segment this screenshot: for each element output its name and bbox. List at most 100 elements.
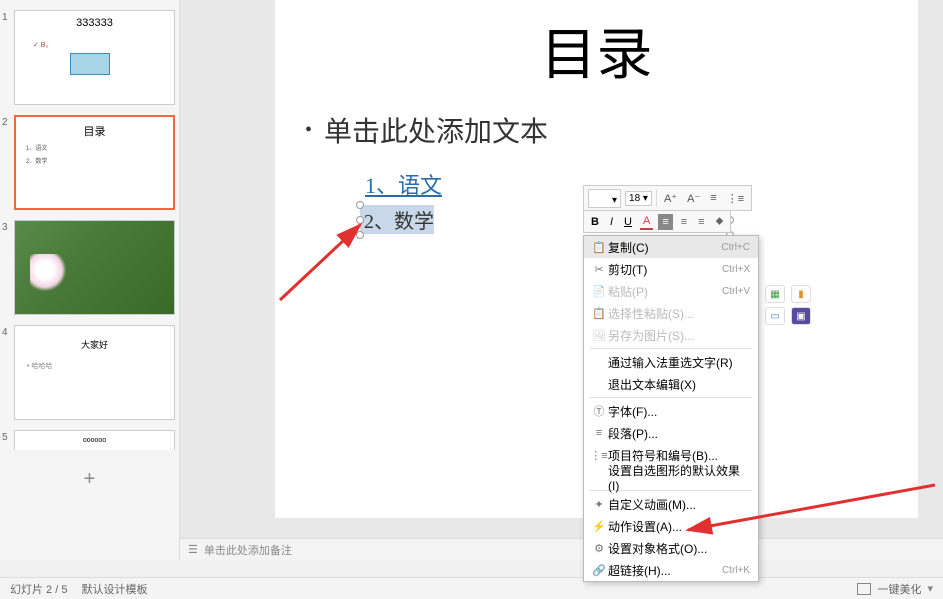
menu-item-shortcut: Ctrl+X: [722, 264, 750, 275]
menu-item-label: 粘贴(P): [608, 283, 722, 300]
menu-item[interactable]: ≡段落(P)...: [584, 422, 758, 444]
notes-bar[interactable]: ☰ 单击此处添加备注: [180, 538, 943, 560]
thumb-title: 333333: [15, 17, 174, 29]
menu-item-shortcut: Ctrl+K: [722, 565, 750, 576]
menu-item-icon: 📋: [590, 307, 608, 320]
thumbnail-4[interactable]: 4 大家好 • 哈哈哈: [2, 325, 175, 420]
format-toolbar: B I U A ≡ ≡ ≡ ⬥: [583, 211, 731, 233]
underline-button[interactable]: U: [621, 215, 635, 229]
menu-item-icon: ≡: [590, 427, 608, 439]
thumbnail-5[interactable]: 5 oooooo: [2, 430, 175, 450]
menu-item[interactable]: 设置自选图形的默认效果(I): [584, 466, 758, 488]
notes-icon: ☰: [188, 543, 198, 556]
menu-item-icon: 🖼: [590, 329, 608, 342]
menu-item-icon: 🔗: [590, 564, 608, 577]
menu-item[interactable]: ✦自定义动画(M)...: [584, 493, 758, 515]
menu-item[interactable]: ✂剪切(T)Ctrl+X: [584, 258, 758, 280]
thumbnail-1[interactable]: 1 333333 ✓ B₂: [2, 10, 175, 105]
template-name: 默认设计模板: [81, 581, 147, 597]
body-placeholder[interactable]: • 单击此处添加文本: [305, 110, 888, 150]
menu-item[interactable]: ⚙设置对象格式(O)...: [584, 537, 758, 559]
image-pill-icon[interactable]: ▭: [765, 307, 785, 325]
menu-item[interactable]: 📋复制(C)Ctrl+C: [584, 236, 758, 258]
insert-pills: ▦ ▮ ▭ ▣: [765, 285, 813, 325]
font-family-dropdown[interactable]: ▾: [588, 189, 621, 208]
slide-title[interactable]: 目录: [541, 10, 653, 91]
status-bar: 幻灯片 2 / 5 默认设计模板 一键美化 ▾: [0, 577, 943, 599]
beautify-icon: [857, 583, 871, 595]
menu-item-label: 字体(F)...: [608, 403, 750, 420]
thumb-text: • 哈哈哈: [27, 361, 174, 371]
table-pill-icon[interactable]: ▦: [765, 285, 785, 303]
menu-item-label: 超链接(H)...: [608, 562, 722, 579]
bullets-button[interactable]: ≡: [707, 190, 719, 206]
menu-item[interactable]: 通过输入法重选文字(R): [584, 351, 758, 373]
numbering-button[interactable]: ⋮≡: [724, 190, 747, 207]
beautify-dropdown-icon[interactable]: ▾: [927, 582, 933, 595]
menu-item-icon: ⚡: [590, 520, 608, 533]
font-color-button[interactable]: A: [640, 214, 653, 230]
resize-handle[interactable]: [356, 216, 364, 224]
menu-item-shortcut: Ctrl+C: [721, 242, 750, 253]
media-pill-icon[interactable]: ▣: [791, 307, 811, 325]
notes-placeholder: 单击此处添加备注: [204, 542, 292, 558]
menu-item-label: 复制(C): [608, 239, 721, 256]
decrease-font-button[interactable]: A⁻: [684, 190, 703, 207]
menu-item-icon: ✦: [590, 498, 608, 511]
thumb-num: 3: [2, 220, 14, 315]
add-slide-button[interactable]: +: [0, 460, 179, 499]
edit-area: 目录 • 单击此处添加文本 1、语文 2、数学: [180, 0, 943, 560]
thumb-title: 大家好: [15, 338, 174, 351]
menu-item-icon: 📄: [590, 285, 608, 298]
thumb-line1: 1、语文: [26, 143, 173, 152]
menu-item[interactable]: 🔗超链接(H)...Ctrl+K: [584, 559, 758, 581]
thumb-num: 5: [2, 430, 14, 450]
menu-separator: [590, 397, 752, 398]
thumb-image: [15, 221, 174, 314]
thumb-b-text: ✓ B₂: [33, 41, 48, 49]
menu-item: 📋选择性粘贴(S)...: [584, 302, 758, 324]
menu-item-icon: 📋: [590, 241, 608, 254]
context-menu: 📋复制(C)Ctrl+C✂剪切(T)Ctrl+X📄粘贴(P)Ctrl+V📋选择性…: [583, 235, 759, 582]
menu-item[interactable]: ⚡动作设置(A)...: [584, 515, 758, 537]
menu-item-shortcut: Ctrl+V: [722, 286, 750, 297]
align-button[interactable]: ≡: [658, 214, 672, 230]
thumbnail-panel[interactable]: 1 333333 ✓ B₂ 2 目录 1、语文 2、数学 3 4: [0, 0, 180, 560]
thumb-title: oooooo: [15, 437, 174, 444]
font-size-dropdown[interactable]: 18 ▾: [625, 191, 652, 206]
align-center-button[interactable]: ≡: [678, 215, 690, 229]
align-right-button[interactable]: ≡: [695, 215, 707, 229]
menu-item-label: 自定义动画(M)...: [608, 496, 750, 513]
resize-handle[interactable]: [356, 231, 364, 239]
thumbnail-2[interactable]: 2 目录 1、语文 2、数学: [2, 115, 175, 210]
thumbnail-3[interactable]: 3: [2, 220, 175, 315]
menu-item: 🖼另存为图片(S)...: [584, 324, 758, 346]
placeholder-text: 单击此处添加文本: [324, 110, 548, 150]
menu-item[interactable]: Ⓣ字体(F)...: [584, 400, 758, 422]
menu-item-icon: ✂: [590, 263, 608, 276]
menu-item-label: 另存为图片(S)...: [608, 327, 750, 344]
menu-item-label: 段落(P)...: [608, 425, 750, 442]
menu-item-icon: ⚙: [590, 542, 608, 555]
thumb-rect: [70, 53, 110, 75]
mini-toolbar: ▾ 18 ▾ A⁺ A⁻ ≡ ⋮≡: [583, 185, 752, 211]
chart-pill-icon[interactable]: ▮: [791, 285, 811, 303]
beautify-button[interactable]: 一键美化: [877, 581, 921, 597]
slide-counter: 幻灯片 2 / 5: [10, 581, 67, 597]
menu-item-label: 通过输入法重选文字(R): [608, 354, 750, 371]
menu-item[interactable]: 退出文本编辑(X): [584, 373, 758, 395]
thumb-num: 1: [2, 10, 14, 105]
bullet-icon: •: [305, 119, 312, 142]
menu-item-label: 选择性粘贴(S)...: [608, 305, 750, 322]
thumb-num: 4: [2, 325, 14, 420]
menu-item-label: 退出文本编辑(X): [608, 376, 750, 393]
italic-button[interactable]: I: [607, 215, 616, 229]
bold-button[interactable]: B: [588, 215, 602, 229]
thumb-num: 2: [2, 115, 14, 210]
shape-button[interactable]: ⬥: [713, 214, 727, 229]
resize-handle[interactable]: [356, 201, 364, 209]
thumb-title: 目录: [16, 123, 173, 139]
selected-text[interactable]: 2、数学: [360, 205, 434, 234]
menu-item-label: 剪切(T): [608, 261, 722, 278]
increase-font-button[interactable]: A⁺: [661, 190, 680, 207]
